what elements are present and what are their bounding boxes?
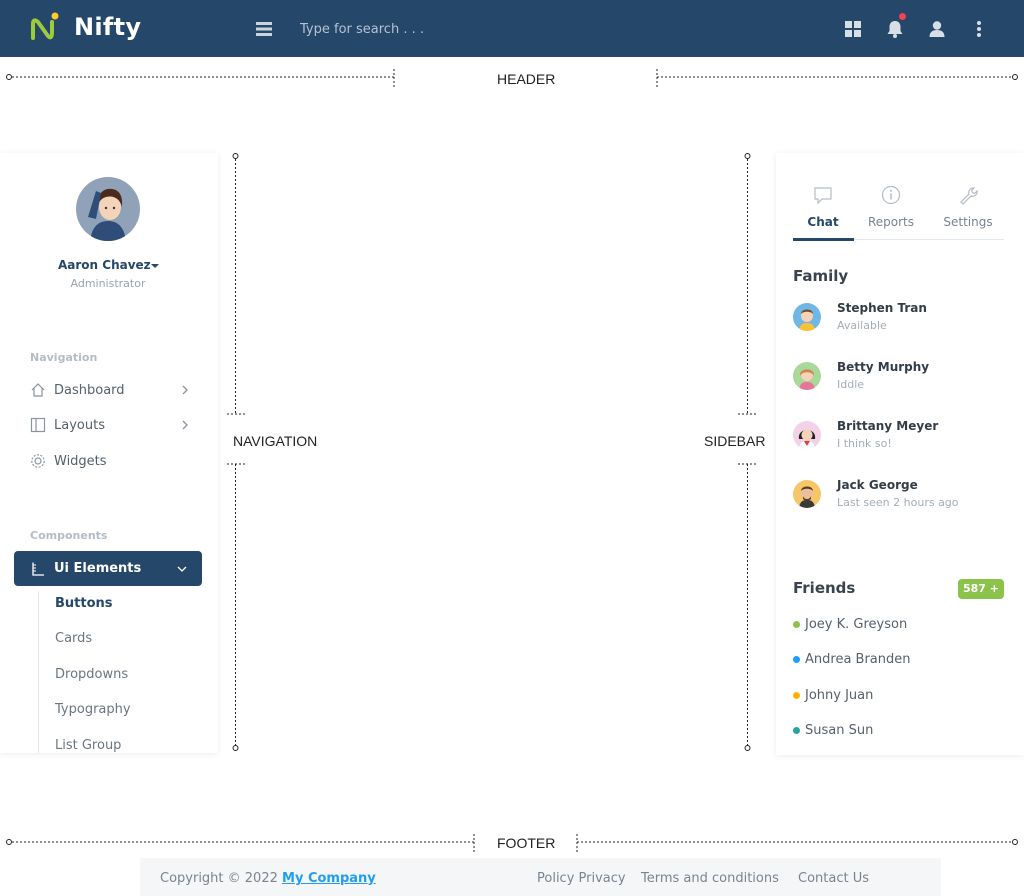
- navigation-panel: Aaron Chavez Administrator Navigation Da…: [0, 153, 218, 753]
- tab-chat[interactable]: Chat: [791, 185, 855, 229]
- contact-name: Jack George: [837, 478, 918, 492]
- brand-name: Nifty: [74, 13, 142, 41]
- tab-reports[interactable]: Reports: [859, 185, 923, 229]
- online-status-dot: [793, 691, 800, 699]
- navigation-heading: Navigation: [30, 351, 98, 364]
- friend-item[interactable]: Susan Sun: [793, 720, 993, 740]
- friend-name: Susan Sun: [805, 722, 874, 738]
- contact-name: Stephen Tran: [837, 301, 927, 315]
- contact-item[interactable]: Betty Murphy Iddle: [793, 360, 1003, 398]
- avatar: [793, 362, 821, 390]
- terms-link[interactable]: Terms and conditions: [641, 871, 779, 886]
- search-input[interactable]: [300, 16, 600, 42]
- menu-icon[interactable]: [255, 20, 273, 38]
- layout-icon: [30, 417, 46, 433]
- avatar: [793, 480, 821, 508]
- sidebar-panel: Chat Reports Settings Family Stephen Tra…: [776, 153, 1024, 755]
- submenu-item-dropdowns[interactable]: Dropdowns: [55, 667, 128, 682]
- user-icon[interactable]: [927, 19, 947, 39]
- notification-dot: [899, 13, 906, 20]
- components-heading: Components: [30, 529, 108, 542]
- page-footer: Copyright © 2022 My Company Policy Priva…: [140, 858, 941, 896]
- page: Nifty HEADER: [0, 0, 1024, 896]
- apps-grid-icon[interactable]: [843, 19, 863, 39]
- friend-item[interactable]: Andrea Branden: [793, 649, 993, 669]
- ruler-icon: [32, 562, 44, 576]
- company-link[interactable]: My Company: [282, 871, 376, 886]
- active-tab-indicator: [793, 238, 854, 241]
- sidebar-marker: [738, 153, 756, 751]
- friend-name: Joey K. Greyson: [805, 616, 908, 632]
- policy-privacy-link[interactable]: Policy Privacy: [537, 871, 626, 886]
- friend-item[interactable]: Johny Juan: [793, 685, 993, 705]
- submenu-item-buttons[interactable]: Buttons: [55, 596, 113, 611]
- contact-us-link[interactable]: Contact Us: [798, 871, 869, 886]
- nav-item-widgets[interactable]: Widgets: [30, 448, 195, 474]
- friends-heading: Friends: [793, 579, 856, 597]
- footer-region-label: FOOTER: [497, 835, 556, 851]
- tab-label: Reports: [867, 215, 915, 229]
- header-region-label: HEADER: [497, 71, 556, 87]
- avatar: [793, 421, 821, 449]
- nav-item-label: Dashboard: [54, 382, 125, 398]
- nav-item-label: Widgets: [54, 453, 107, 469]
- contact-status: Available: [837, 319, 887, 332]
- family-heading: Family: [793, 267, 849, 285]
- nav-item-dashboard[interactable]: Dashboard: [30, 377, 195, 403]
- contact-name: Brittany Meyer: [837, 419, 939, 433]
- avatar[interactable]: [76, 177, 140, 241]
- copyright-label: Copyright © 2022: [160, 871, 278, 886]
- gear-icon: [31, 454, 45, 468]
- contact-item[interactable]: Jack George Last seen 2 hours ago: [793, 478, 1003, 516]
- friend-item[interactable]: Joey K. Greyson: [793, 614, 993, 634]
- profile-avatar-icon: [76, 177, 140, 241]
- chevron-right-icon: [182, 420, 188, 430]
- nav-item-label: Ui Elements: [54, 561, 142, 576]
- contact-name: Betty Murphy: [837, 360, 930, 374]
- contact-status: Iddle: [837, 378, 865, 391]
- nav-item-layouts[interactable]: Layouts: [30, 412, 195, 438]
- profile-role: Administrator: [70, 277, 146, 290]
- friend-name: Johny Juan: [805, 687, 874, 703]
- sidebar-region-label: SIDEBAR: [704, 433, 766, 449]
- chevron-right-icon: [182, 385, 188, 395]
- nav-item-ui-elements[interactable]: Ui Elements: [14, 551, 202, 586]
- brand-logo-icon: [31, 12, 59, 40]
- navigation-region-label: NAVIGATION: [233, 433, 318, 449]
- wrench-icon: [960, 187, 978, 205]
- bell-icon[interactable]: [885, 19, 905, 39]
- tab-label: Chat: [807, 215, 839, 229]
- nav-item-label: Layouts: [54, 417, 105, 433]
- submenu-item-cards[interactable]: Cards: [55, 631, 92, 646]
- contact-item[interactable]: Brittany Meyer I think so!: [793, 419, 1003, 457]
- more-vertical-icon[interactable]: [969, 19, 989, 39]
- copyright-text: Copyright © 2022 My Company: [160, 871, 376, 886]
- navigation-marker: [227, 153, 245, 751]
- online-status-dot: [793, 726, 800, 734]
- chevron-down-icon[interactable]: [151, 264, 159, 268]
- contact-status: I think so!: [837, 437, 892, 450]
- friend-name: Andrea Branden: [805, 651, 911, 667]
- contact-status: Last seen 2 hours ago: [837, 496, 959, 509]
- online-status-dot: [793, 620, 800, 628]
- submenu-item-list-group[interactable]: List Group: [55, 738, 121, 753]
- submenu-divider: [38, 591, 39, 753]
- contact-item[interactable]: Stephen Tran Available: [793, 301, 1003, 339]
- tab-settings[interactable]: Settings: [936, 185, 1000, 229]
- home-icon: [31, 383, 45, 397]
- online-status-dot: [793, 655, 800, 663]
- friends-count-badge: 587 +: [958, 579, 1004, 599]
- profile-name[interactable]: Aaron Chavez: [58, 258, 151, 272]
- avatar: [793, 303, 821, 331]
- tab-label: Settings: [943, 215, 993, 229]
- info-icon: [881, 185, 901, 205]
- chat-icon: [814, 187, 832, 205]
- top-header: Nifty: [0, 0, 1024, 57]
- submenu-item-typography[interactable]: Typography: [55, 702, 131, 717]
- chevron-down-icon: [177, 566, 187, 572]
- brand[interactable]: Nifty: [30, 12, 141, 42]
